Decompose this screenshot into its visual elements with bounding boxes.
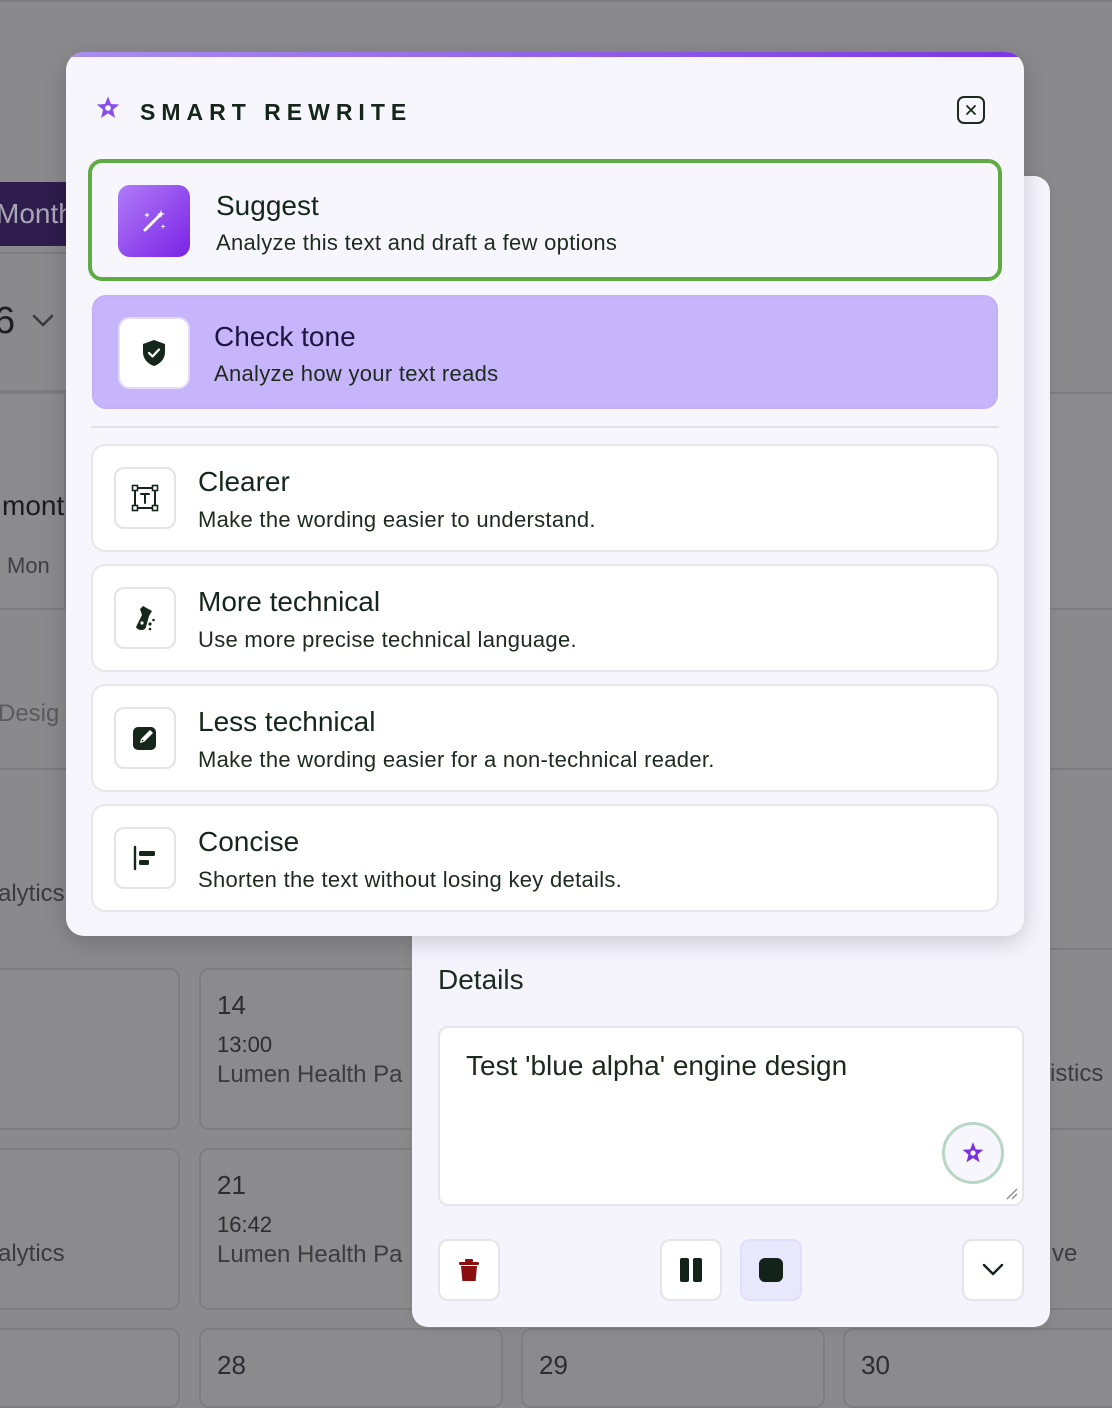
trash-icon — [459, 1259, 479, 1281]
accent-bar — [66, 52, 1024, 57]
divider — [0, 768, 66, 770]
day-number: 21 — [217, 1170, 246, 1200]
divider — [1050, 948, 1112, 950]
divider — [1050, 768, 1112, 770]
divider — [1050, 1308, 1112, 1310]
option-clearer[interactable]: Clearer Make the wording easier to under… — [91, 444, 999, 552]
event-fragment: Desig — [0, 700, 60, 727]
year-fragment: 6 — [0, 300, 16, 342]
event-time: 16:42 — [217, 1212, 273, 1237]
month-fragment: mont — [2, 490, 65, 521]
weekday-label: Mon — [7, 553, 50, 578]
more-options-button[interactable] — [962, 1239, 1024, 1301]
month-view-button[interactable]: Month — [0, 182, 66, 246]
option-title: More technical — [198, 586, 381, 617]
calendar-cell — [0, 1328, 180, 1408]
event-fragment: istics — [1050, 1060, 1104, 1087]
text-frame-icon — [114, 467, 176, 529]
option-concise[interactable]: Concise Shorten the text without losing … — [91, 804, 999, 912]
shield-check-icon — [118, 317, 190, 389]
calendar-cell — [0, 1148, 180, 1310]
divider — [1050, 1128, 1112, 1130]
divider — [0, 0, 1112, 2]
option-title: Less technical — [198, 706, 376, 737]
sparkle-star-icon — [94, 94, 122, 127]
details-textarea[interactable]: Test 'blue alpha' engine design — [438, 1026, 1024, 1206]
smart-rewrite-popover: SMART REWRITE Suggest Analyze this text … — [66, 52, 1024, 936]
option-check-tone[interactable]: Check tone Analyze how your text reads — [92, 295, 998, 409]
event-title: Lumen Health Pa — [217, 1241, 403, 1268]
option-title: Suggest — [216, 190, 319, 221]
pause-icon — [680, 1258, 702, 1282]
sparkle-star-icon — [962, 1142, 984, 1163]
option-description: Use more precise technical language. — [198, 627, 577, 652]
flask-icon — [114, 587, 176, 649]
divider — [0, 252, 66, 254]
option-suggest[interactable]: Suggest Analyze this text and draft a fe… — [88, 159, 1002, 281]
option-less-technical[interactable]: Less technical Make the wording easier f… — [91, 684, 999, 792]
option-description: Analyze how your text reads — [214, 361, 499, 386]
stop-button[interactable] — [740, 1239, 802, 1301]
edit-square-icon — [114, 707, 176, 769]
day-number: 29 — [539, 1350, 568, 1380]
chevron-down-icon[interactable] — [32, 314, 54, 333]
option-description: Shorten the text without losing key deta… — [198, 867, 623, 892]
option-title: Clearer — [198, 466, 290, 497]
day-number: 28 — [217, 1350, 246, 1380]
popover-title: SMART REWRITE — [140, 99, 413, 125]
delete-button[interactable] — [438, 1239, 500, 1301]
details-value[interactable]: Test 'blue alpha' engine design — [466, 1050, 847, 1082]
smart-rewrite-button[interactable] — [942, 1122, 1004, 1184]
divider — [91, 426, 999, 428]
event-fragment: ve — [1052, 1240, 1078, 1267]
close-button[interactable] — [957, 96, 985, 124]
magic-wand-icon — [118, 185, 190, 257]
chevron-down-icon — [982, 1263, 1004, 1276]
day-number: 30 — [861, 1350, 890, 1380]
calendar-cell — [0, 968, 180, 1130]
option-description: Analyze this text and draft a few option… — [216, 230, 618, 255]
event-fragment: alytics — [0, 880, 65, 907]
stop-icon — [759, 1258, 783, 1282]
pause-button[interactable] — [660, 1239, 722, 1301]
details-label: Details — [438, 964, 524, 995]
event-time: 13:00 — [217, 1032, 273, 1057]
option-description: Make the wording easier for a non-techni… — [198, 747, 715, 772]
align-left-icon — [114, 827, 176, 889]
option-title: Concise — [198, 826, 300, 857]
day-number: 14 — [217, 990, 246, 1020]
event-fragment: alytics — [0, 1240, 65, 1267]
option-title: Check tone — [214, 321, 356, 352]
resize-handle-icon[interactable] — [1004, 1186, 1018, 1200]
close-icon — [966, 105, 976, 115]
option-more-technical[interactable]: More technical Use more precise technica… — [91, 564, 999, 672]
option-description: Make the wording easier to understand. — [198, 507, 596, 532]
event-title: Lumen Health Pa — [217, 1061, 403, 1088]
